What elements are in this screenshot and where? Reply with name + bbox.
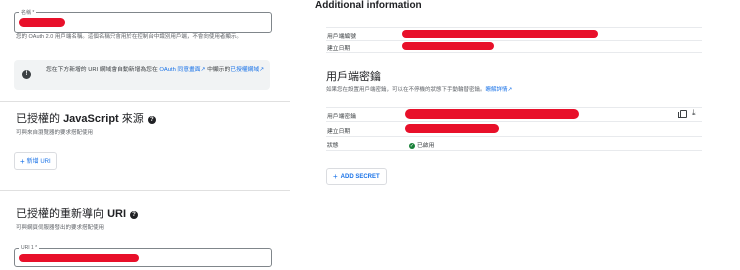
download-icon[interactable]: ⤓ [692,109,696,117]
info-banner: ! 您在下方新增的 URI 網域會自動新增為您在 OAuth 同意畫面 ↗ 中顯示… [14,60,270,90]
redirect-uris-title: 已授權的重新導向 URI? [16,205,139,221]
external-link-icon: ↗ [507,87,513,93]
authorized-domains-link[interactable]: 已授權網域 [230,67,259,73]
secret-created-date-label: 建立日期 [327,129,351,135]
title-text: 來源 [118,113,144,125]
check-circle-icon: ✓ [409,143,415,149]
help-icon[interactable]: ? [147,116,156,124]
title-text: 已授權的重新導向 [16,208,108,220]
divider [0,101,290,102]
client-secret-row: 用戶端密鑰 [326,107,702,122]
additional-info-title: Additional information [315,0,422,11]
external-link-icon: ↗ [259,67,265,73]
secret-status-label: 狀態 [327,143,339,149]
info-icon: ! [22,70,31,79]
secret-created-date-row: 建立日期 [326,121,702,137]
created-date-row: 建立日期 [326,40,702,53]
copy-icon[interactable] [678,110,687,118]
name-field-label: 名稱 * [19,9,37,16]
divider [0,190,290,191]
info-text-part: 您在下方新增的 URI 網域會自動新增為您在 [46,67,160,73]
title-bold-text: URI [107,208,127,220]
redacted-client-secret [405,109,579,119]
client-id-row: 用戶端編號 [326,27,702,41]
add-secret-button[interactable]: + ADD SECRET [326,168,387,185]
plus-icon: + [20,157,25,166]
redacted-secret-created-date [405,124,499,133]
info-banner-text: 您在下方新增的 URI 網域會自動新增為您在 OAuth 同意畫面 ↗ 中顯示的已… [46,66,266,74]
secrets-helper-text: 如果您在設置用戶端密鑰，可以在不停機的狀態下手動輪替密鑰。 [326,87,486,93]
status-text: 已啟用 [417,143,435,149]
js-origins-helper: 可與來自瀏覽器的要求搭配使用 [16,130,94,136]
client-secrets-title: 用戶端密鑰 [326,71,381,83]
uri-field-label: URI 1 * [19,245,40,251]
created-date-label: 建立日期 [327,46,351,52]
client-secrets-helper: 如果您在設置用戶端密鑰，可以在不停機的狀態下手動輪替密鑰。瞭解詳情↗ [326,86,512,94]
client-id-label: 用戶端編號 [327,34,356,40]
secret-status-value: ✓ 已啟用 [409,140,434,149]
redacted-client-id [402,30,598,38]
plus-icon: + [333,172,338,181]
name-helper-text: 您的 OAuth 2.0 用戶端名稱。這個名稱只會用於在控制台中識別用戶端，不會… [16,34,242,40]
info-text-part: 中顯示的 [205,67,231,73]
add-js-origin-uri-button[interactable]: + 新增 URI [14,152,57,170]
add-uri-label: 新增 URI [26,159,51,165]
redirect-uri-field[interactable]: URI 1 * [14,245,272,267]
js-origins-title: 已授權的 JavaScript 來源? [16,110,156,126]
name-field[interactable]: 名稱 * [14,9,272,33]
redacted-uri-value [19,254,139,262]
title-text: 已授權的 [16,113,64,125]
secret-status-row: 狀態 ✓ 已啟用 [326,137,702,151]
redacted-created-date [402,42,494,50]
help-icon[interactable]: ? [130,211,139,219]
learn-more-link[interactable]: 瞭解詳情 [486,87,508,93]
add-secret-label: ADD SECRET [340,174,380,180]
redacted-name-value [19,18,65,27]
client-secret-label: 用戶端密鑰 [327,114,356,120]
title-bold-text: JavaScript [63,113,119,125]
oauth-consent-link[interactable]: OAuth 同意畫面 [159,67,200,73]
redirect-uris-helper: 可與網頁伺服器發出的要求搭配使用 [16,225,105,231]
